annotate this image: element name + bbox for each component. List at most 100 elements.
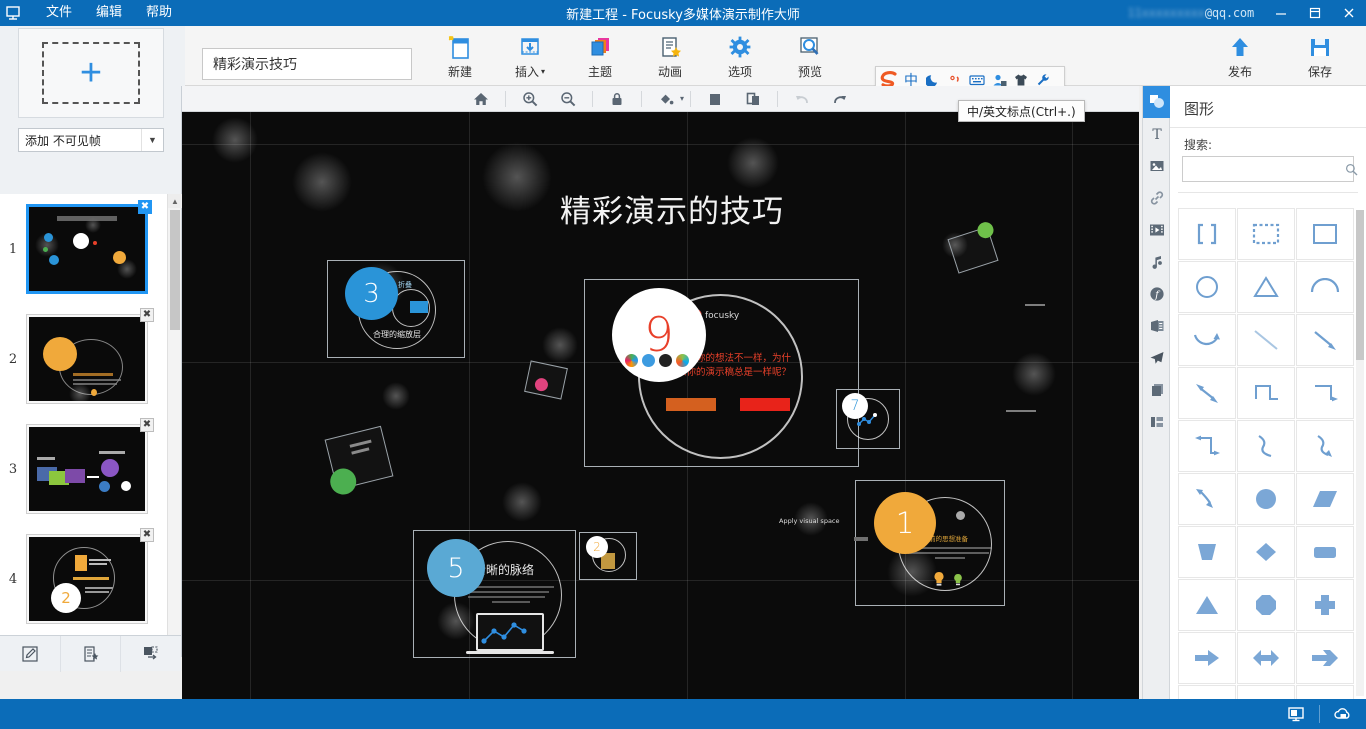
layout-icon[interactable] bbox=[1143, 406, 1170, 438]
publish-button[interactable]: 发布 bbox=[1200, 26, 1280, 86]
menu-help[interactable]: 帮助 bbox=[134, 1, 184, 25]
cloud-upload-icon[interactable] bbox=[1320, 699, 1366, 729]
triangle-outline-shape[interactable] bbox=[1237, 261, 1295, 313]
fill-bucket-icon[interactable] bbox=[648, 87, 684, 111]
undo-icon[interactable] bbox=[784, 87, 820, 111]
dashed-rect-shape[interactable] bbox=[1237, 208, 1295, 260]
frame-thumbnail[interactable]: 2 ✖ bbox=[26, 534, 148, 624]
arrow-right-shape[interactable] bbox=[1178, 632, 1236, 684]
save-button[interactable]: 保存 bbox=[1280, 26, 1360, 86]
frame-5-badge[interactable]: 5 bbox=[427, 539, 485, 597]
scrollbar-thumb[interactable] bbox=[1356, 210, 1364, 360]
rounded-rect-shape[interactable] bbox=[1296, 526, 1354, 578]
delete-frame-icon[interactable]: ✖ bbox=[138, 200, 152, 214]
banner-shape[interactable] bbox=[1237, 685, 1295, 700]
frame-9-button-right[interactable] bbox=[740, 398, 790, 411]
trapezoid-shape[interactable] bbox=[1178, 526, 1236, 578]
list-item[interactable]: 4 2 ✖ bbox=[0, 524, 181, 634]
frame-9-button-left[interactable] bbox=[666, 398, 716, 411]
floating-card-c[interactable] bbox=[325, 426, 394, 490]
s-curve-arrow-shape[interactable] bbox=[1296, 420, 1354, 472]
list-item[interactable]: 1 ✖ bbox=[0, 194, 181, 304]
bracket-shape[interactable] bbox=[1178, 208, 1236, 260]
floating-card-b[interactable] bbox=[524, 360, 568, 399]
copy-icon[interactable] bbox=[735, 87, 771, 111]
search-magnifier-icon[interactable] bbox=[1345, 163, 1358, 176]
frame-thumbnail[interactable]: ✖ bbox=[26, 424, 148, 514]
music-icon[interactable] bbox=[1143, 246, 1170, 278]
shapes-scrollbar[interactable] bbox=[1356, 210, 1364, 696]
menu-file[interactable]: 文件 bbox=[34, 1, 84, 25]
delete-frame-icon[interactable]: ✖ bbox=[140, 308, 154, 322]
s-curve-shape[interactable] bbox=[1237, 420, 1295, 472]
chevron-down-icon[interactable]: ▾ bbox=[680, 94, 684, 103]
shape-library-grid[interactable] bbox=[1178, 208, 1358, 700]
restore-icon[interactable] bbox=[1298, 0, 1332, 26]
shapes-icon[interactable] bbox=[1143, 86, 1170, 118]
layers-icon[interactable] bbox=[1143, 374, 1170, 406]
line-shape[interactable] bbox=[1237, 314, 1295, 366]
delete-frame-icon[interactable]: ✖ bbox=[140, 528, 154, 542]
frame-thumbnail[interactable]: ✖ bbox=[26, 314, 148, 404]
redo-icon[interactable] bbox=[822, 87, 858, 111]
arc-shape[interactable] bbox=[1296, 261, 1354, 313]
delete-frame-icon[interactable]: ✖ bbox=[140, 418, 154, 432]
chart-icon[interactable] bbox=[1143, 310, 1170, 342]
frame-3-badge[interactable]: 3 bbox=[345, 267, 398, 320]
project-title-input[interactable] bbox=[202, 48, 412, 80]
step-line-shape[interactable] bbox=[1237, 367, 1295, 419]
circle-shape[interactable] bbox=[1178, 261, 1236, 313]
double-step-arrow-shape[interactable] bbox=[1178, 420, 1236, 472]
lock-icon[interactable] bbox=[599, 87, 635, 111]
frame-2-badge[interactable]: 2 bbox=[586, 536, 608, 558]
search-box[interactable] bbox=[1182, 156, 1354, 182]
double-arrow-diag-shape[interactable] bbox=[1178, 367, 1236, 419]
options-button[interactable]: 选项 bbox=[705, 26, 775, 86]
octagon-shape[interactable] bbox=[1237, 579, 1295, 631]
scroll-up-icon[interactable]: ▲ bbox=[168, 194, 182, 208]
preview-button[interactable]: 预览 bbox=[775, 26, 845, 86]
add-frame-type-select[interactable]: 添加 不可见帧 ▼ bbox=[18, 128, 164, 152]
frame-1[interactable]: 开始前的思想准备 bbox=[855, 480, 1005, 606]
frame-1-badge[interactable]: 1 bbox=[874, 492, 936, 554]
chevron-arrow-shape[interactable] bbox=[1296, 632, 1354, 684]
rect-shape[interactable] bbox=[1296, 208, 1354, 260]
frame-thumbnail-list[interactable]: 1 ✖ bbox=[0, 194, 181, 671]
list-item[interactable]: 2 ✖ bbox=[0, 304, 181, 414]
bent-arrow-shape[interactable] bbox=[1178, 685, 1236, 700]
video-icon[interactable] bbox=[1143, 214, 1170, 246]
filled-circle-shape[interactable] bbox=[1237, 473, 1295, 525]
search-input[interactable] bbox=[1183, 157, 1345, 181]
double-arrow-shape[interactable] bbox=[1237, 632, 1295, 684]
animation-button[interactable]: 动画 bbox=[635, 26, 705, 86]
filled-triangle-shape[interactable] bbox=[1178, 579, 1236, 631]
plane-icon[interactable] bbox=[1143, 342, 1170, 374]
menu-edit[interactable]: 编辑 bbox=[84, 1, 134, 25]
theme-button[interactable]: 主题 bbox=[565, 26, 635, 86]
minimize-icon[interactable] bbox=[1264, 0, 1298, 26]
paste-icon[interactable] bbox=[697, 87, 733, 111]
ribbon-shape[interactable] bbox=[1296, 685, 1354, 700]
note-star-icon[interactable] bbox=[61, 636, 122, 672]
image-icon[interactable] bbox=[1143, 150, 1170, 182]
account-email[interactable]: 11xxxxxxxxx@qq.com bbox=[1128, 6, 1254, 20]
presentation-canvas[interactable]: 精彩演示的技巧 折叠 合理的缩放层 3 focusky 如果你的想法不一样，为什… bbox=[182, 112, 1139, 699]
presentation-screen-icon[interactable] bbox=[1273, 699, 1319, 729]
parallelogram-shape[interactable] bbox=[1296, 473, 1354, 525]
zoom-out-icon[interactable] bbox=[550, 87, 586, 111]
reorder-frames-icon[interactable] bbox=[121, 636, 181, 672]
flash-icon[interactable]: f bbox=[1143, 278, 1170, 310]
arrow-diag-shape[interactable] bbox=[1296, 314, 1354, 366]
curve-arrow-shape[interactable] bbox=[1178, 473, 1236, 525]
cross-shape[interactable] bbox=[1296, 579, 1354, 631]
new-button[interactable]: 新建 bbox=[425, 26, 495, 86]
text-icon[interactable]: T bbox=[1143, 118, 1170, 150]
chevron-down-icon[interactable]: ▼ bbox=[141, 129, 163, 151]
zoom-in-icon[interactable] bbox=[512, 87, 548, 111]
canvas-title-text[interactable]: 精彩演示的技巧 bbox=[560, 186, 784, 231]
thumbnail-scrollbar[interactable]: ▲ ▼ bbox=[167, 194, 181, 671]
edit-pencil-icon[interactable] bbox=[0, 636, 61, 672]
frame-3[interactable]: 折叠 合理的缩放层 bbox=[327, 260, 465, 358]
insert-button[interactable]: 插入▾ bbox=[495, 26, 565, 86]
step-arrow-shape[interactable] bbox=[1296, 367, 1354, 419]
